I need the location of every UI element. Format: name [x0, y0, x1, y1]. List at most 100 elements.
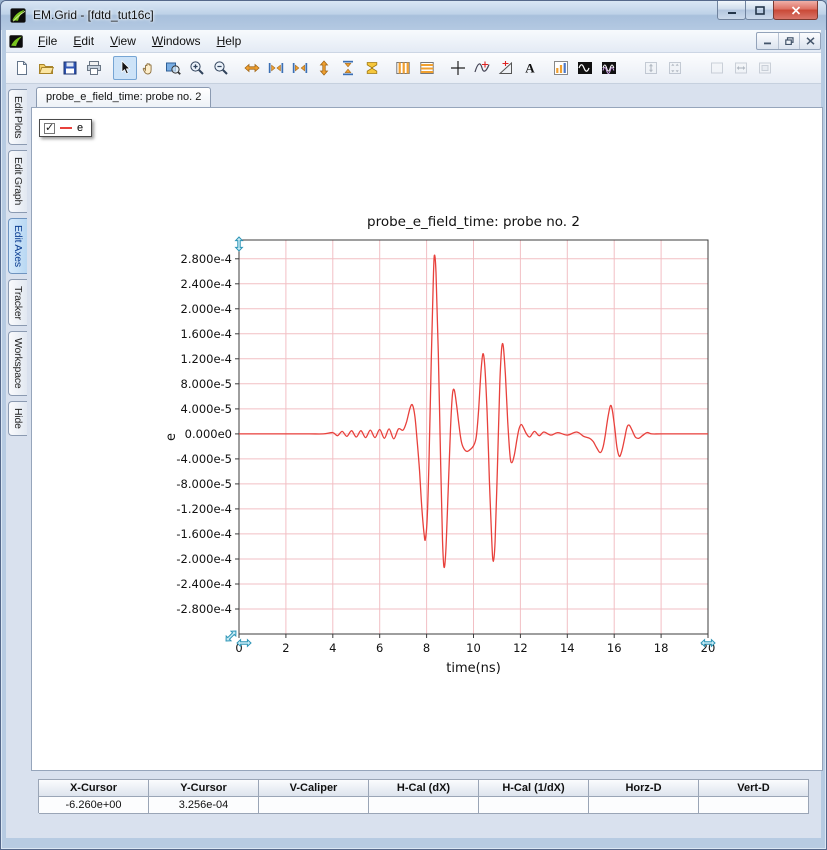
box-h-arrow-icon: [733, 60, 749, 76]
gridlines: [239, 240, 708, 634]
mdi-restore-icon: [785, 37, 794, 45]
zoom-region-button[interactable]: [161, 56, 185, 80]
new-file-icon: [14, 60, 30, 76]
legend-label: e: [77, 122, 83, 134]
menu-view[interactable]: View: [102, 32, 144, 51]
fit-x-button[interactable]: [288, 56, 312, 80]
maximize-icon: [755, 6, 765, 15]
sidebar-tab-edit-axes[interactable]: Edit Axes: [8, 218, 27, 274]
svg-text:-4.000e-5: -4.000e-5: [176, 452, 232, 466]
pan-hand-button[interactable]: [137, 56, 161, 80]
svg-text:0.000e0: 0.000e0: [185, 427, 232, 441]
row-layout-button[interactable]: [415, 56, 439, 80]
waveform-view-button[interactable]: [573, 56, 597, 80]
toolbar-separator: [439, 56, 446, 80]
document-tab[interactable]: probe_e_field_time: probe no. 2: [36, 87, 211, 107]
sidebar-tab-hide[interactable]: Hide: [8, 401, 27, 436]
columns-icon: [395, 60, 411, 76]
x-tick-labels: 02468101214161820: [235, 634, 715, 655]
sidebar-tab-workspace[interactable]: Workspace: [8, 331, 27, 396]
expand-x-button[interactable]: [240, 56, 264, 80]
mdi-minimize-icon: [763, 37, 772, 45]
zoom-out-button[interactable]: [209, 56, 233, 80]
expand-x-bounds-button[interactable]: [264, 56, 288, 80]
autoscale-button[interactable]: [360, 56, 384, 80]
svg-text:2: 2: [282, 641, 289, 655]
toolbar-separator: [233, 56, 240, 80]
axis-handle-icon[interactable]: [236, 237, 243, 251]
plot-style-button[interactable]: [549, 56, 573, 80]
status-value-3: [369, 797, 479, 814]
status-header-6: Vert-D: [699, 780, 809, 797]
wave-dark-icon: [577, 60, 593, 76]
minimize-button[interactable]: [717, 1, 746, 20]
menu-edit[interactable]: Edit: [65, 32, 102, 51]
status-value-5: [589, 797, 699, 814]
status-header-4: H-Cal (1/dX): [479, 780, 589, 797]
mdi-window-controls: [756, 32, 821, 50]
legend-checkbox[interactable]: [44, 123, 55, 134]
close-button[interactable]: [773, 1, 818, 20]
y-axis-label: e: [164, 433, 179, 441]
window-controls: [718, 1, 818, 20]
app-logo-icon: [10, 7, 27, 24]
select-pointer-button[interactable]: [113, 56, 137, 80]
sidebar-tab-edit-graph[interactable]: Edit Graph: [8, 150, 27, 212]
status-header-3: H-Cal (dX): [369, 780, 479, 797]
mdi-minimize-button[interactable]: [757, 33, 778, 49]
chart[interactable]: 024681012141618202.800e-42.400e-42.000e-…: [32, 108, 822, 770]
zoom-in-button[interactable]: [185, 56, 209, 80]
svg-text:16: 16: [607, 641, 622, 655]
slope-tool-button[interactable]: [494, 56, 518, 80]
axis-handle-icon[interactable]: [237, 640, 251, 647]
arrows-h-icon: [244, 60, 260, 76]
arrows-h-in-icon: [292, 60, 308, 76]
save-button[interactable]: [58, 56, 82, 80]
menu-windows[interactable]: Windows: [144, 32, 209, 51]
toolbar-separator: [384, 56, 391, 80]
new-file-button[interactable]: [10, 56, 34, 80]
side-tab-strip: Edit Plots Edit Graph Edit Axes Tracker Work…: [6, 89, 32, 769]
toolbar-separator: [542, 56, 549, 80]
mdi-close-button[interactable]: [799, 33, 820, 49]
waveform-overlay-button[interactable]: [597, 56, 621, 80]
cross-cursor-button[interactable]: [446, 56, 470, 80]
close-icon: [791, 6, 801, 15]
box-2-icon: [757, 60, 773, 76]
status-header-1: Y-Cursor: [149, 780, 259, 797]
status-value-1: 3.256e-04: [149, 797, 259, 814]
fit-y-button[interactable]: [336, 56, 360, 80]
text-annotation-button[interactable]: A: [518, 56, 542, 80]
open-file-button[interactable]: [34, 56, 58, 80]
box-v-arrows-2-icon: [667, 60, 683, 76]
expand-y-button[interactable]: [312, 56, 336, 80]
svg-text:6: 6: [376, 641, 383, 655]
status-header-2: V-Caliper: [259, 780, 369, 797]
curve-tracker-button[interactable]: [470, 56, 494, 80]
plot-canvas[interactable]: 024681012141618202.800e-42.400e-42.000e-…: [31, 107, 823, 771]
svg-text:8: 8: [423, 641, 430, 655]
mdi-document-icon[interactable]: [9, 34, 24, 49]
print-button[interactable]: [82, 56, 106, 80]
menu-help[interactable]: Help: [209, 32, 250, 51]
status-value-4: [479, 797, 589, 814]
arrows-h-out-icon: [268, 60, 284, 76]
svg-text:12: 12: [513, 641, 528, 655]
svg-text:2.000e-4: 2.000e-4: [181, 302, 232, 316]
legend[interactable]: e: [39, 119, 92, 137]
status-header-0: X-Cursor: [39, 780, 149, 797]
svg-text:-1.200e-4: -1.200e-4: [176, 502, 232, 516]
sidebar-tab-tracker[interactable]: Tracker: [8, 279, 27, 327]
sidebar-tab-edit-plots[interactable]: Edit Plots: [8, 89, 27, 145]
svg-text:-2.400e-4: -2.400e-4: [176, 577, 232, 591]
frame-h-button: [729, 56, 753, 80]
svg-text:1.600e-4: 1.600e-4: [181, 327, 232, 341]
toolbar-separator: [106, 56, 113, 80]
menu-file[interactable]: File: [30, 32, 65, 51]
column-layout-button[interactable]: [391, 56, 415, 80]
svg-text:-2.800e-4: -2.800e-4: [176, 602, 232, 616]
minimize-icon: [727, 6, 737, 15]
maximize-button[interactable]: [745, 1, 774, 20]
mdi-restore-button[interactable]: [778, 33, 799, 49]
hand-icon: [141, 60, 157, 76]
